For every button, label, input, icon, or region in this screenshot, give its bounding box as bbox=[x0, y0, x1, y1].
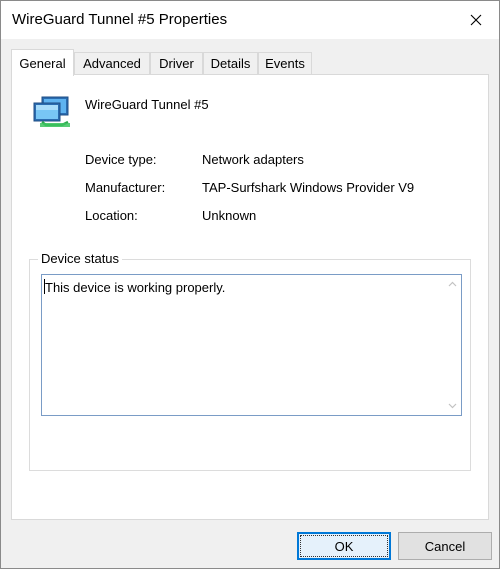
tab-general[interactable]: General bbox=[11, 49, 74, 76]
general-tab-panel: WireGuard Tunnel #5 Device type: Network… bbox=[11, 74, 489, 520]
device-status-group: Device status This device is working pro… bbox=[29, 251, 471, 471]
tab-details-label: Details bbox=[210, 56, 251, 71]
tab-events[interactable]: Events bbox=[258, 52, 312, 74]
close-icon bbox=[470, 14, 482, 26]
device-status-text: This device is working properly. bbox=[45, 280, 226, 295]
tab-advanced-label: Advanced bbox=[83, 56, 141, 71]
scroll-up-arrow-icon[interactable] bbox=[448, 280, 457, 289]
tab-general-label: General bbox=[19, 55, 66, 71]
location-value: Unknown bbox=[202, 208, 257, 223]
manufacturer-value: TAP-Surfshark Windows Provider V9 bbox=[202, 180, 415, 195]
scroll-down-arrow-icon[interactable] bbox=[448, 401, 457, 410]
device-status-textbox[interactable]: This device is working properly. bbox=[41, 274, 462, 416]
title-bar[interactable]: WireGuard Tunnel #5 Properties bbox=[1, 1, 499, 39]
properties-dialog: WireGuard Tunnel #5 Properties General A… bbox=[0, 0, 500, 569]
device-type-label: Device type: bbox=[85, 152, 157, 167]
tab-driver[interactable]: Driver bbox=[150, 52, 203, 74]
manufacturer-label: Manufacturer: bbox=[85, 180, 166, 195]
close-button[interactable] bbox=[453, 1, 499, 39]
location-label: Location: bbox=[85, 208, 138, 223]
cancel-button-label: Cancel bbox=[424, 538, 466, 554]
device-status-title: Device status bbox=[38, 251, 123, 266]
tab-events-label: Events bbox=[265, 56, 305, 71]
cancel-button[interactable]: Cancel bbox=[398, 532, 492, 560]
device-name: WireGuard Tunnel #5 bbox=[85, 97, 209, 112]
tab-details[interactable]: Details bbox=[203, 52, 258, 74]
network-adapter-icon bbox=[32, 95, 74, 131]
ok-button[interactable]: OK bbox=[297, 532, 391, 560]
status-scrollbar[interactable] bbox=[444, 275, 461, 415]
device-type-value: Network adapters bbox=[202, 152, 304, 167]
tab-driver-label: Driver bbox=[159, 56, 194, 71]
tab-advanced[interactable]: Advanced bbox=[74, 52, 150, 74]
window-title: WireGuard Tunnel #5 Properties bbox=[12, 11, 228, 28]
ok-button-label: OK bbox=[334, 538, 354, 554]
